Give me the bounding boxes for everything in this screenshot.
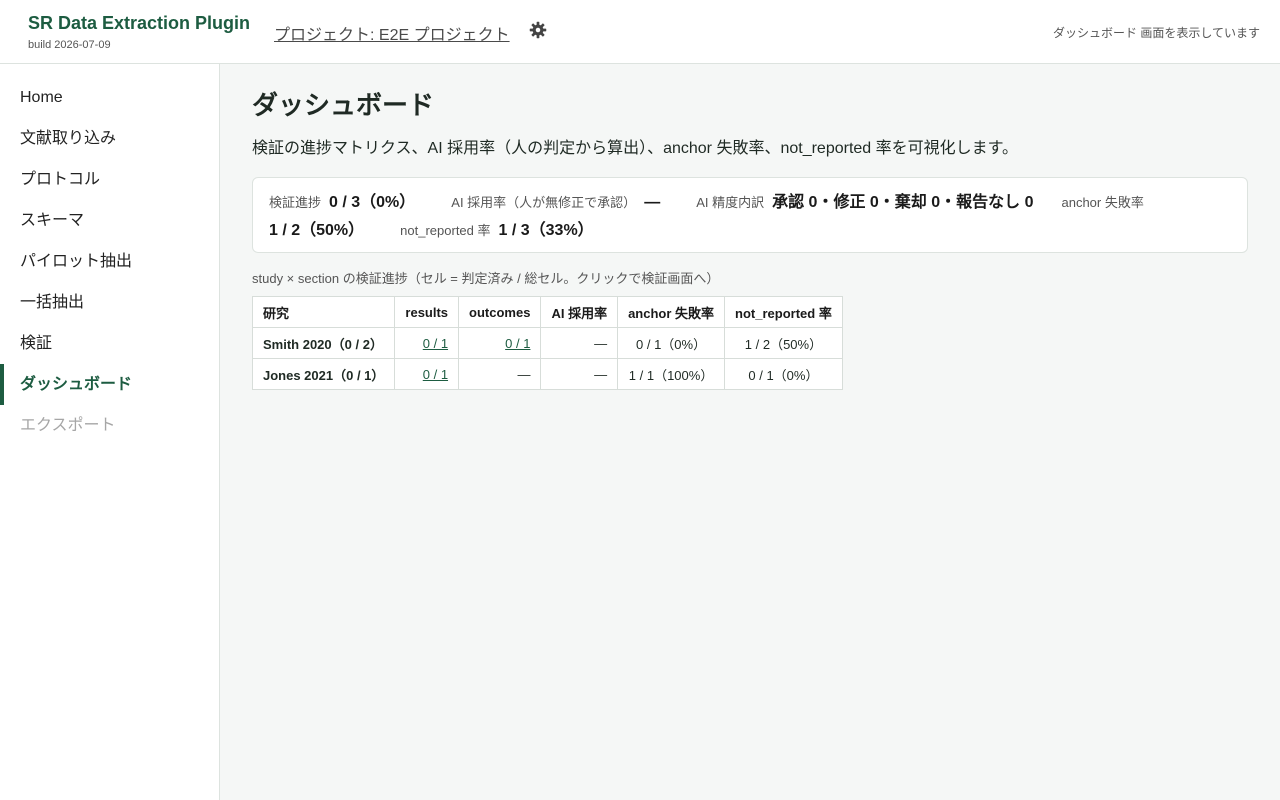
sidebar-item-export: エクスポート bbox=[20, 417, 116, 434]
status-text: ダッシュボード 画面を表示しています bbox=[1053, 26, 1260, 40]
gear-icon[interactable] bbox=[529, 21, 547, 39]
sidebar-item-schema[interactable]: スキーマ bbox=[0, 200, 219, 241]
page-description: 検証の進捗マトリクス、AI 採用率（人の判定から算出）、anchor 失敗率、n… bbox=[252, 140, 1019, 157]
table-row: Smith 2020（0 / 2） 0 / 1 0 / 1 — 0 / 1（0%… bbox=[251, 327, 843, 359]
not-reported-cell: 1 / 2（50%） bbox=[724, 327, 843, 359]
anchor-fail-label: anchor 失敗率 bbox=[1061, 195, 1144, 210]
sidebar-item-import[interactable]: 文献取り込み bbox=[0, 118, 219, 159]
anchor-fail-value: 1 / 2（50%） bbox=[269, 222, 365, 239]
sidebar-nav: Home 文献取り込み プロトコル スキーマ パイロット抽出 一括抽出 検証 ダ… bbox=[0, 64, 220, 800]
sidebar-item-protocol[interactable]: プロトコル bbox=[0, 159, 219, 200]
sidebar-item-home[interactable]: Home bbox=[0, 77, 219, 118]
ai-adoption-label: AI 採用率（人が無修正で承認） bbox=[451, 195, 637, 210]
col-header-results: results bbox=[394, 296, 460, 328]
anchor-fail-cell: 0 / 1（0%） bbox=[617, 327, 726, 359]
ai-rate-cell: — bbox=[540, 358, 619, 390]
summary-panel: 検証進捗 0 / 3（0%） AI 採用率（人が無修正で承認） — AI 精度内訳 承認 … bbox=[252, 177, 1248, 253]
col-header-ai-rate: AI 採用率 bbox=[540, 296, 619, 328]
results-cell: 0 / 1 bbox=[394, 327, 460, 359]
col-header-anchor-fail: anchor 失敗率 bbox=[617, 296, 726, 328]
sidebar-item-pilot-extraction[interactable]: パイロット抽出 bbox=[0, 241, 219, 282]
matrix-caption: study × section の検証進捗（セル = 判定済み / 総セル。クリ… bbox=[252, 271, 720, 286]
app-title: SR Data Extraction Plugin bbox=[28, 13, 251, 33]
sidebar-item-batch-extraction[interactable]: 一括抽出 bbox=[0, 282, 219, 323]
col-header-outcomes: outcomes bbox=[458, 296, 542, 328]
outcomes-cell: — bbox=[458, 358, 542, 390]
build-label: build 2026-07-09 bbox=[28, 39, 111, 51]
results-link[interactable]: 0 / 1 bbox=[423, 336, 448, 351]
not-reported-value: 1 / 3（33%） bbox=[498, 222, 594, 239]
brand: SR Data Extraction Plugin build 2026-07-… bbox=[28, 13, 250, 51]
ai-breakdown-value: 承認 0・修正 0・棄却 0・報告なし 0 bbox=[772, 194, 1034, 211]
outcomes-link[interactable]: 0 / 1 bbox=[505, 336, 530, 351]
not-reported-label: not_reported 率 bbox=[400, 223, 491, 238]
main-content: ダッシュボード 検証の進捗マトリクス、AI 採用率（人の判定から算出）、anch… bbox=[251, 64, 1248, 390]
sidebar-item-dashboard[interactable]: ダッシュボード bbox=[0, 364, 219, 405]
progress-matrix: 研究 results outcomes AI 採用率 anchor 失敗率 no… bbox=[251, 296, 843, 390]
table-row: Jones 2021（0 / 1） 0 / 1 — — 1 / 1（100%） … bbox=[251, 358, 843, 390]
project-link[interactable]: プロジェクト: E2E プロジェクト bbox=[274, 21, 510, 45]
col-header-not-reported: not_reported 率 bbox=[724, 296, 843, 328]
sidebar-item-verification[interactable]: 検証 bbox=[0, 323, 219, 364]
results-cell: 0 / 1 bbox=[394, 358, 460, 390]
ai-adoption-value: — bbox=[644, 194, 661, 211]
study-cell: Smith 2020（0 / 2） bbox=[251, 327, 396, 359]
matrix-header-row: 研究 results outcomes AI 採用率 anchor 失敗率 no… bbox=[251, 296, 843, 328]
not-reported-cell: 0 / 1（0%） bbox=[724, 358, 843, 390]
anchor-fail-cell: 1 / 1（100%） bbox=[617, 358, 726, 390]
ai-rate-cell: — bbox=[540, 327, 619, 359]
study-cell: Jones 2021（0 / 1） bbox=[251, 358, 396, 390]
progress-value: 0 / 3（0%） bbox=[329, 194, 416, 211]
outcomes-cell: 0 / 1 bbox=[458, 327, 542, 359]
app-header: SR Data Extraction Plugin build 2026-07-… bbox=[0, 0, 1280, 64]
col-header-study: 研究 bbox=[251, 296, 396, 328]
page-title: ダッシュボード bbox=[252, 90, 435, 120]
progress-label: 検証進捗 bbox=[269, 195, 322, 210]
results-link[interactable]: 0 / 1 bbox=[423, 367, 448, 382]
ai-breakdown-label: AI 精度内訳 bbox=[696, 195, 765, 210]
